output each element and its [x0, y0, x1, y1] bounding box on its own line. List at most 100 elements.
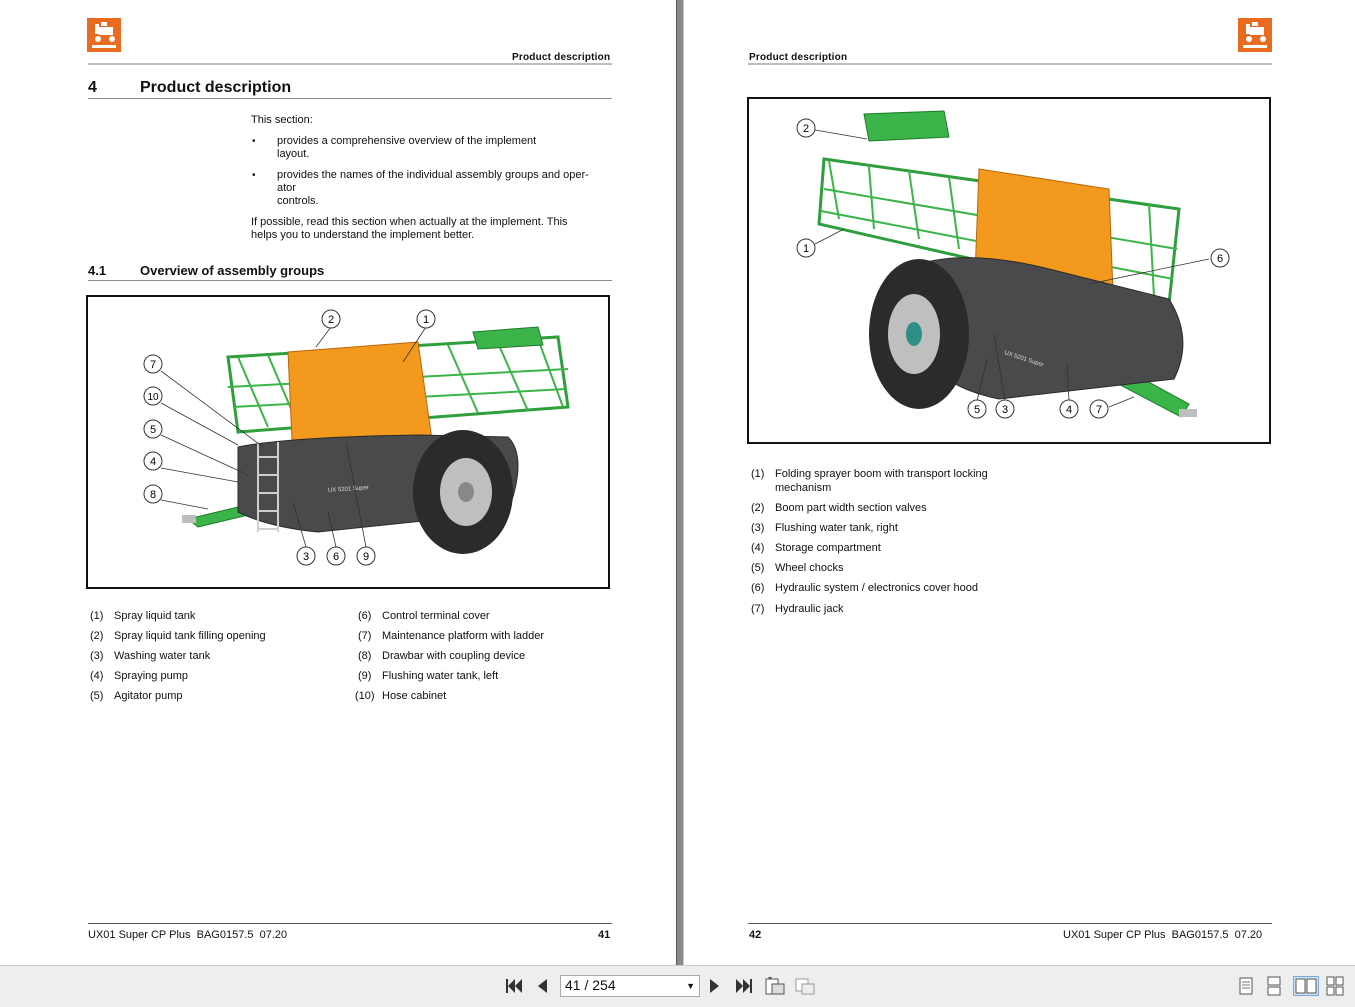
- page-number: 42: [749, 929, 762, 941]
- brand-logo: [87, 18, 121, 52]
- callout-8: 8: [143, 484, 163, 504]
- callout-10: 10: [143, 386, 163, 406]
- callout-1: 1: [416, 309, 436, 329]
- page-number-input[interactable]: 41 / 254 ▼: [560, 975, 700, 997]
- legend-item: (7) Hydraulic jack: [751, 603, 844, 615]
- legend-item: (4) Storage compartment: [751, 542, 881, 554]
- svg-text:3: 3: [303, 551, 309, 563]
- intro-text: This section:: [251, 114, 313, 126]
- two-page-view-icon[interactable]: [1293, 976, 1319, 996]
- bullet-2-line-1: provides the names of the individual ass…: [277, 169, 589, 181]
- bullet-2-line-3: controls.: [277, 195, 319, 207]
- section-title: Overview of assembly groups: [140, 263, 325, 278]
- legend-item-continuation: mechanism: [775, 482, 832, 494]
- left-page: Product description 4 Product descriptio…: [0, 0, 676, 965]
- assembly-figure-left: UX 5201 Super 2 1 7 10 5 4 8 3 6 9: [86, 295, 610, 589]
- header-rule: [748, 63, 1272, 65]
- fit-page-icon[interactable]: [763, 975, 787, 997]
- svg-text:4: 4: [150, 456, 156, 468]
- legend-item: (6) Control terminal cover: [358, 610, 490, 622]
- sprayer-illustration-front: UX 5201 Super 2 1 6 5 3 4 7: [796, 110, 1230, 419]
- bullet-2-line-2: ator: [277, 182, 296, 194]
- callout-3: 3: [296, 546, 316, 566]
- legend-item: (6) Hydraulic system / electronics cover …: [751, 582, 978, 594]
- callout-5: 5: [143, 419, 163, 439]
- svg-text:2: 2: [803, 123, 809, 135]
- first-page-icon[interactable]: [503, 975, 525, 997]
- page-indicator: 41 / 254: [565, 977, 616, 993]
- legend-item: (1) Spray liquid tank: [90, 610, 196, 622]
- svg-text:8: 8: [150, 489, 156, 501]
- callout-6: 6: [326, 546, 346, 566]
- svg-text:3: 3: [1002, 404, 1008, 416]
- svg-text:6: 6: [1217, 253, 1223, 265]
- single-page-view-icon[interactable]: [1236, 976, 1256, 996]
- assembly-figure-right: UX 5201 Super 2 1 6 5 3 4 7: [747, 97, 1271, 444]
- svg-text:4: 4: [1066, 404, 1072, 416]
- section-rule: [88, 280, 612, 281]
- note-line-1: If possible, read this section when actu…: [251, 216, 568, 228]
- callout-3: 3: [995, 399, 1015, 419]
- callout-7: 7: [143, 354, 163, 374]
- legend-item: (8) Drawbar with coupling device: [358, 650, 526, 662]
- svg-text:7: 7: [1096, 404, 1102, 416]
- prev-page-icon[interactable]: [533, 975, 551, 997]
- chapter-title: Product description: [140, 79, 292, 96]
- svg-text:10: 10: [147, 392, 159, 403]
- callout-5: 5: [967, 399, 987, 419]
- callout-1: 1: [796, 238, 816, 258]
- svg-text:5: 5: [974, 404, 980, 416]
- callout-4: 4: [143, 451, 163, 471]
- callout-9: 9: [356, 546, 376, 566]
- svg-text:7: 7: [150, 359, 156, 371]
- callout-6: 6: [1210, 248, 1230, 268]
- section-number: 4.1: [88, 263, 107, 278]
- next-page-icon[interactable]: [706, 975, 724, 997]
- footer-rule: [748, 923, 1272, 924]
- page-number: 41: [598, 929, 611, 941]
- svg-text:5: 5: [150, 424, 156, 436]
- note-line-2: helps you to understand the implement be…: [251, 229, 475, 241]
- brand-logo: [1238, 18, 1272, 52]
- svg-text:1: 1: [803, 243, 809, 255]
- callout-2: 2: [796, 118, 816, 138]
- legend-item: (3) Washing water tank: [90, 650, 211, 662]
- two-page-continuous-icon[interactable]: [1325, 976, 1345, 996]
- fit-width-icon[interactable]: [793, 975, 817, 997]
- viewer-toolbar: 41 / 254 ▼: [0, 965, 1355, 1007]
- sprayer-illustration-rear: UX 5201 Super 2 1 7 10 5 4 8 3 6 9: [143, 309, 570, 566]
- callout-7: 7: [1089, 399, 1109, 419]
- footer-rule: [88, 923, 612, 924]
- svg-text:1: 1: [423, 314, 429, 326]
- page-gutter: [676, 0, 684, 965]
- legend-item: (4) Spraying pump: [90, 670, 188, 682]
- footer-text: UX01 Super CP Plus BAG0157.5 07.20: [88, 929, 288, 941]
- legend-item: (2) Boom part width section valves: [751, 502, 927, 514]
- running-header: Product description: [512, 52, 611, 63]
- bullet-dot: •: [252, 170, 256, 181]
- dropdown-caret-icon[interactable]: ▼: [686, 981, 695, 991]
- bullet-1-line-2: layout.: [277, 148, 310, 160]
- chapter-number: 4: [88, 79, 97, 96]
- svg-text:6: 6: [333, 551, 339, 563]
- legend-item: (7) Maintenance platform with ladder: [358, 630, 545, 642]
- continuous-view-icon[interactable]: [1264, 976, 1284, 996]
- legend-item: (5) Wheel chocks: [751, 562, 844, 574]
- last-page-icon[interactable]: [733, 975, 755, 997]
- chapter-rule: [88, 98, 612, 99]
- legend-item: (3) Flushing water tank, right: [751, 522, 898, 534]
- bullet-1-line-1: provides a comprehensive overview of the…: [277, 135, 537, 147]
- svg-text:2: 2: [328, 314, 334, 326]
- footer-text: UX01 Super CP Plus BAG0157.5 07.20: [1063, 929, 1263, 941]
- svg-text:9: 9: [363, 551, 369, 563]
- right-page: Product description UX 5201 Super 2 1 6 …: [684, 0, 1355, 965]
- legend-item: (1) Folding sprayer boom with transport l…: [751, 468, 988, 480]
- legend-item: (2) Spray liquid tank filling opening: [90, 630, 266, 642]
- running-header: Product description: [749, 52, 848, 63]
- callout-4: 4: [1059, 399, 1079, 419]
- callout-2: 2: [321, 309, 341, 329]
- legend-item: (5) Agitator pump: [90, 690, 183, 702]
- header-rule: [88, 63, 612, 65]
- legend-item: (9) Flushing water tank, left: [358, 670, 499, 682]
- legend-item: (10) Hose cabinet: [355, 690, 447, 702]
